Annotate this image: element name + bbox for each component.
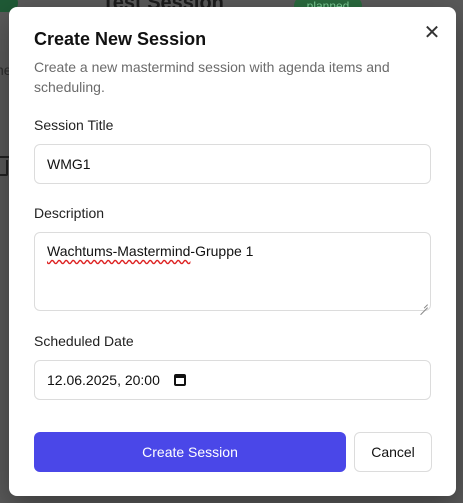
dialog-subtitle: Create a new mastermind session with age… xyxy=(34,59,390,95)
calendar-icon[interactable] xyxy=(173,374,186,386)
resize-handle[interactable] xyxy=(420,300,428,308)
session-title-input[interactable]: WMG1 xyxy=(34,144,431,184)
create-session-button[interactable]: Create Session xyxy=(34,432,346,472)
dialog-title: Create New Session xyxy=(34,29,207,49)
description-label: Description xyxy=(34,205,105,221)
session-title-value: WMG1 xyxy=(47,156,91,172)
trash-icon xyxy=(0,156,10,176)
description-value-rest: -Gruppe 1 xyxy=(190,243,254,259)
scheduled-date-label: Scheduled Date xyxy=(34,333,134,349)
create-session-dialog: ✕ Create New Session Create a new master… xyxy=(9,7,456,496)
description-value-misspelled: Wachtums-Mastermind xyxy=(47,243,191,259)
session-title-label: Session Title xyxy=(34,117,114,133)
description-textarea[interactable]: Wachtums-Mastermind-Gruppe 1 xyxy=(34,232,431,311)
scheduled-date-input[interactable]: 12.06.2025, 20:00 xyxy=(34,360,431,400)
scheduled-date-value: 12.06.2025, 20:00 xyxy=(47,372,160,388)
cancel-button[interactable]: Cancel xyxy=(354,432,432,472)
close-icon[interactable]: ✕ xyxy=(423,23,441,43)
